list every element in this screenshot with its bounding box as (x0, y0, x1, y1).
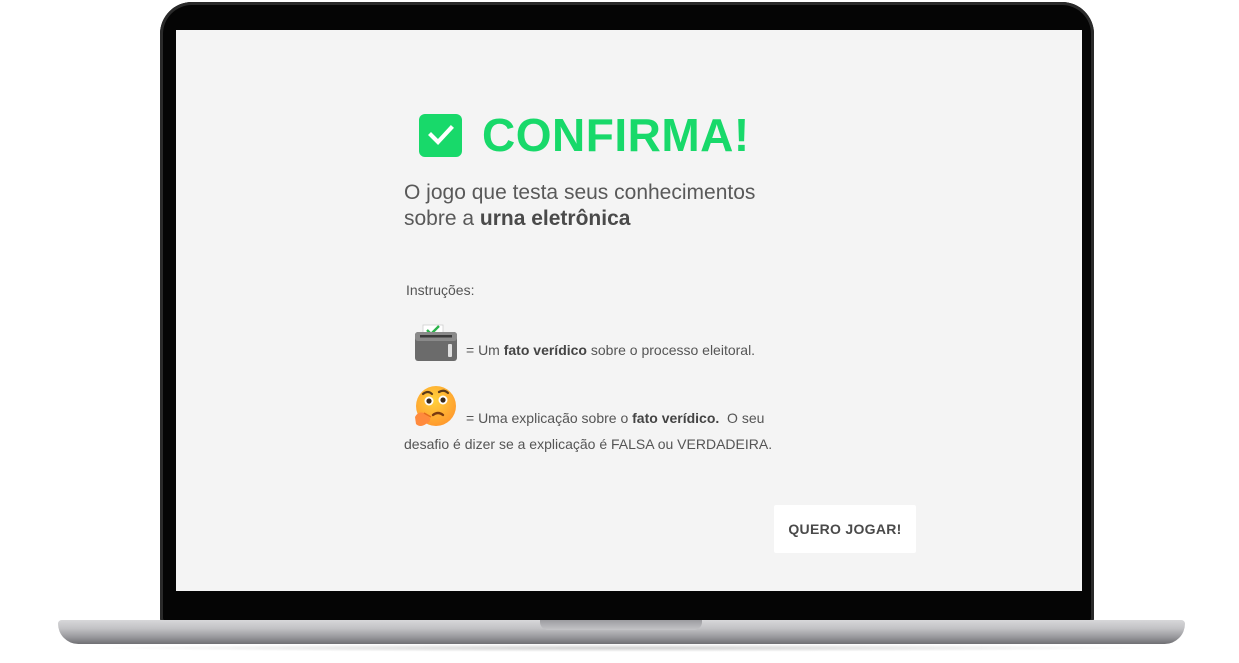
subtitle-line2-prefix: sobre a (404, 207, 480, 230)
subtitle-highlight: urna eletrônica (479, 207, 631, 230)
fact-bold: fato verídico (503, 342, 587, 358)
fact-prefix: = Um (466, 342, 504, 358)
ballot-box-icon (415, 324, 457, 361)
instructions-label: Instruções: (406, 282, 475, 298)
app-subtitle: O jogo que testa seus conhecimentos sobr… (404, 180, 824, 232)
explanation-description: = Uma explicação sobre o fato verídico. … (466, 410, 764, 426)
explanation-bold: fato verídico. (632, 410, 720, 426)
app-title: CONFIRMA! (482, 109, 750, 161)
app-header: CONFIRMA! (419, 112, 750, 158)
explanation-suffix: O seu (719, 410, 765, 426)
subtitle-line1: O jogo que testa seus conhecimentos (404, 181, 756, 204)
explanation-challenge: desafio é dizer se a explicação é FALSA … (404, 436, 773, 452)
laptop-screen: CONFIRMA! O jogo que testa seus conhecim… (176, 30, 1082, 591)
checkmark-icon (419, 113, 462, 157)
fact-description: = Um fato verídico sobre o processo elei… (466, 342, 755, 358)
play-button[interactable]: QUERO JOGAR! (774, 505, 916, 553)
laptop-shadow (80, 644, 1163, 652)
fact-suffix: sobre o processo eleitoral. (586, 342, 756, 358)
thinking-face-icon (415, 386, 456, 426)
explanation-prefix: = Uma explicação sobre o (466, 410, 633, 426)
laptop-notch (540, 620, 702, 630)
